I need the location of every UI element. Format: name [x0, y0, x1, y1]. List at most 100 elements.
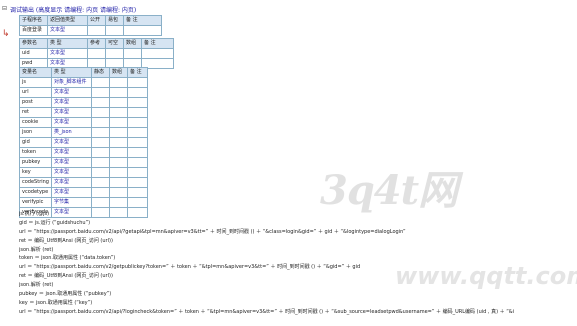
- var-remark-cell[interactable]: [127, 77, 148, 88]
- return-type-cell[interactable]: 文本型: [47, 25, 88, 36]
- collapse-toggle-icon[interactable]: ⊟: [2, 5, 7, 12]
- var-type-cell[interactable]: 文本型: [51, 97, 92, 108]
- table-row[interactable]: cookie 文本型: [19, 117, 148, 128]
- param-array-cell[interactable]: [123, 48, 142, 59]
- var-array-cell[interactable]: [109, 137, 128, 148]
- var-static-cell[interactable]: [91, 177, 110, 188]
- var-static-cell[interactable]: [91, 127, 110, 138]
- param-type-cell[interactable]: 文本型: [47, 48, 88, 59]
- var-type-cell[interactable]: 文本型: [51, 107, 92, 118]
- var-array-cell[interactable]: [109, 117, 128, 128]
- var-array-cell[interactable]: [109, 167, 128, 178]
- table-row[interactable]: token 文本型: [19, 147, 148, 158]
- var-remark-cell[interactable]: [127, 197, 148, 208]
- var-type-cell[interactable]: 文本型: [51, 167, 92, 178]
- table-row[interactable]: 百度登录 文本型: [19, 25, 162, 36]
- table-row[interactable]: ret 文本型: [19, 107, 148, 118]
- var-static-cell[interactable]: [91, 197, 110, 208]
- var-type-cell[interactable]: 文本型: [51, 147, 92, 158]
- var-type-cell[interactable]: 类_json: [51, 127, 92, 138]
- var-name-cell[interactable]: ret: [19, 107, 52, 118]
- var-remark-cell[interactable]: [127, 167, 148, 178]
- var-remark-cell[interactable]: [127, 147, 148, 158]
- param-name-cell[interactable]: uid: [19, 48, 48, 59]
- var-static-cell[interactable]: [91, 187, 110, 198]
- var-static-cell[interactable]: [91, 137, 110, 148]
- table-row[interactable]: codeString 文本型: [19, 177, 148, 188]
- table-row[interactable]: vcodetype 文本型: [19, 187, 148, 198]
- var-array-cell[interactable]: [109, 147, 128, 158]
- var-name-cell[interactable]: json: [19, 127, 52, 138]
- param-ref-cell[interactable]: [87, 48, 106, 59]
- param-nullable-cell[interactable]: [105, 48, 124, 59]
- var-remark-cell[interactable]: [127, 87, 148, 98]
- var-name-cell[interactable]: gid: [19, 137, 52, 148]
- var-name-cell[interactable]: url: [19, 87, 52, 98]
- var-array-cell[interactable]: [109, 107, 128, 118]
- param-remark-cell[interactable]: [141, 48, 174, 59]
- var-type-cell[interactable]: 文本型: [51, 177, 92, 188]
- var-remark-cell[interactable]: [127, 97, 148, 108]
- var-array-cell[interactable]: [109, 187, 128, 198]
- table-row[interactable]: gid 文本型: [19, 137, 148, 148]
- table-row[interactable]: post 文本型: [19, 97, 148, 108]
- table-row[interactable]: url 文本型: [19, 87, 148, 98]
- table-row[interactable]: uid 文本型: [19, 48, 174, 59]
- code-line[interactable]: ret ＝ 编码_Utf8到Ansi (网页_访问 (url)): [19, 237, 574, 246]
- table-row[interactable]: key 文本型: [19, 167, 148, 178]
- code-line[interactable]: json.解析 (ret): [19, 246, 574, 255]
- var-remark-cell[interactable]: [127, 187, 148, 198]
- var-name-cell[interactable]: cookie: [19, 117, 52, 128]
- var-array-cell[interactable]: [109, 87, 128, 98]
- table-row[interactable]: verifypic 字节集: [19, 197, 148, 208]
- var-static-cell[interactable]: [91, 77, 110, 88]
- var-type-cell[interactable]: 字节集: [51, 197, 92, 208]
- var-type-cell[interactable]: 对象_脚本组件: [51, 77, 92, 88]
- var-remark-cell[interactable]: [127, 107, 148, 118]
- code-line[interactable]: url ＝ “https://passport.baidu.com/v2/api…: [19, 228, 574, 237]
- code-line[interactable]: pubkey ＝ json.取通用属性 (“pubkey”): [19, 290, 574, 299]
- var-name-cell[interactable]: codeString: [19, 177, 52, 188]
- var-static-cell[interactable]: [91, 117, 110, 128]
- var-type-cell[interactable]: 文本型: [51, 87, 92, 98]
- var-name-cell[interactable]: post: [19, 97, 52, 108]
- var-remark-cell[interactable]: [127, 127, 148, 138]
- var-static-cell[interactable]: [91, 157, 110, 168]
- var-array-cell[interactable]: [109, 157, 128, 168]
- var-name-cell[interactable]: token: [19, 147, 52, 158]
- var-remark-cell[interactable]: [127, 117, 148, 128]
- var-type-cell[interactable]: 文本型: [51, 187, 92, 198]
- var-static-cell[interactable]: [91, 87, 110, 98]
- remark-cell[interactable]: [123, 25, 162, 36]
- var-static-cell[interactable]: [91, 147, 110, 158]
- var-array-cell[interactable]: [109, 177, 128, 188]
- var-static-cell[interactable]: [91, 167, 110, 178]
- var-type-cell[interactable]: 文本型: [51, 157, 92, 168]
- var-name-cell[interactable]: vcodetype: [19, 187, 52, 198]
- var-remark-cell[interactable]: [127, 157, 148, 168]
- code-line[interactable]: key ＝ json.取通用属性 (“key”): [19, 299, 574, 308]
- var-name-cell[interactable]: js: [19, 77, 52, 88]
- public-cell[interactable]: [87, 25, 106, 36]
- var-array-cell[interactable]: [109, 127, 128, 138]
- table-row[interactable]: pubkey 文本型: [19, 157, 148, 168]
- var-static-cell[interactable]: [91, 97, 110, 108]
- code-line[interactable]: url ＝ “https://passport.baidu.com/v2/api…: [19, 308, 574, 317]
- var-name-cell[interactable]: key: [19, 167, 52, 178]
- var-static-cell[interactable]: [91, 107, 110, 118]
- var-type-cell[interactable]: 文本型: [51, 137, 92, 148]
- var-array-cell[interactable]: [109, 197, 128, 208]
- code-line[interactable]: gid ＝ js.运行 (“guidshuchu”): [19, 219, 574, 228]
- var-remark-cell[interactable]: [127, 137, 148, 148]
- easy-pack-cell[interactable]: [105, 25, 124, 36]
- table-row[interactable]: js 对象_脚本组件: [19, 77, 148, 88]
- var-name-cell[interactable]: pubkey: [19, 157, 52, 168]
- subroutine-name-cell[interactable]: 百度登录: [19, 25, 48, 36]
- code-line[interactable]: js.执行 (@js): [19, 210, 574, 219]
- var-name-cell[interactable]: verifypic: [19, 197, 52, 208]
- var-remark-cell[interactable]: [127, 177, 148, 188]
- var-array-cell[interactable]: [109, 77, 128, 88]
- table-row[interactable]: json 类_json: [19, 127, 148, 138]
- var-type-cell[interactable]: 文本型: [51, 117, 92, 128]
- var-array-cell[interactable]: [109, 97, 128, 108]
